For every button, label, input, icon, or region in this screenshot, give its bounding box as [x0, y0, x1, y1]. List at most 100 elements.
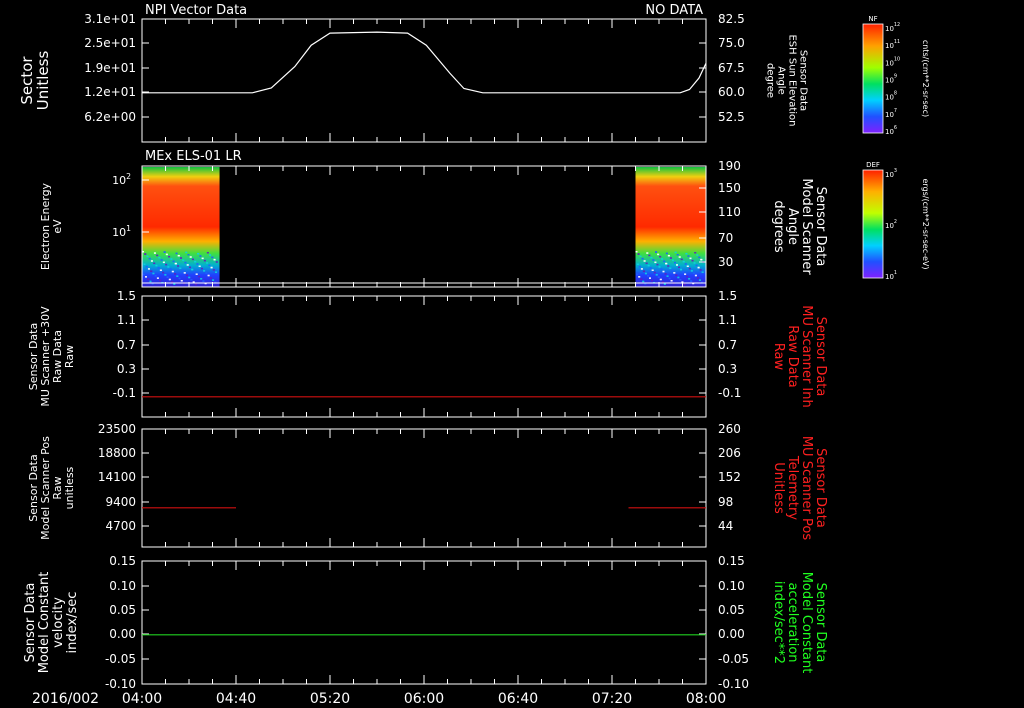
- spectrogram-pixel: [660, 268, 663, 270]
- spectrogram-pixel: [206, 251, 209, 254]
- right-axis-label: Sensor Data: [813, 583, 828, 663]
- spectrogram-pixel: [167, 266, 170, 268]
- spectrogram-pixel: [696, 277, 699, 279]
- spectrogram-pixel: [671, 259, 674, 262]
- spectrogram-pixel: [636, 273, 639, 276]
- spectrogram-pixel: [150, 270, 153, 272]
- spectrogram-pixel: [676, 253, 679, 256]
- right-tick-label: -0.1: [718, 386, 741, 400]
- spectrogram-pixel: [685, 252, 688, 255]
- spectrogram-pixel: [149, 280, 152, 283]
- spectrogram-pixel: [215, 271, 218, 273]
- spectrogram-pixel: [686, 265, 689, 268]
- spectrogram-pixel: [207, 274, 210, 277]
- spectrogram-pixel: [636, 263, 639, 266]
- left-tick-label: 14100: [98, 470, 136, 484]
- spectrogram-pixel: [640, 268, 643, 270]
- left-tick-label: 9400: [105, 495, 136, 509]
- panel-title: MEx ELS-01 LR: [145, 149, 242, 164]
- spectrogram-pixel: [638, 276, 641, 278]
- left-tick-label: 0.15: [109, 554, 136, 568]
- spectrogram-pixel: [678, 256, 681, 258]
- spectrogram-pixel: [200, 278, 203, 280]
- time-tick-label: 04:00: [122, 691, 162, 707]
- spectrogram-pixel: [153, 262, 156, 265]
- spectrogram-pixel: [185, 274, 188, 276]
- spectrogram-pixel: [150, 260, 153, 262]
- spectrogram-pixel: [682, 260, 685, 263]
- spectrogram-pixel: [179, 267, 182, 269]
- right-tick-label: 52.5: [718, 110, 745, 124]
- colorbar-tick-label: 108: [885, 91, 897, 102]
- spectrogram-pixel: [696, 254, 699, 256]
- spectrogram-pixel: [635, 251, 638, 253]
- spectrogram-pixel: [171, 281, 174, 283]
- colorbar-label: NF: [868, 15, 877, 23]
- colorbar-tick-label: 103: [885, 168, 897, 179]
- spectrogram-pixel: [190, 279, 193, 281]
- spectrogram-pixel: [165, 253, 168, 256]
- spectrogram-pixel: [698, 256, 701, 259]
- right-tick-label: 190: [718, 159, 741, 173]
- spectrogram-pixel: [174, 262, 177, 265]
- spectrogram-pixel: [199, 255, 202, 257]
- spectrogram-pixel: [679, 279, 682, 281]
- spectrogram-pixel: [174, 273, 177, 275]
- spectrogram-pixel: [664, 273, 667, 275]
- spectrogram-pixel: [197, 252, 200, 255]
- spectrogram-pixel: [687, 255, 690, 257]
- spectrogram-pixel: [700, 258, 703, 261]
- spectrogram-pixel: [653, 271, 656, 274]
- colorbar-tick-label: 109: [885, 74, 897, 85]
- spectrogram-pixel: [153, 252, 156, 254]
- right-axis-label: Model Constant: [799, 572, 814, 674]
- right-tick-label: 67.5: [718, 61, 745, 75]
- spectrogram-pixel: [171, 270, 174, 273]
- right-tick-label: 0.00: [718, 627, 745, 641]
- spectrogram-pixel: [177, 265, 180, 267]
- right-tick-label: 30: [718, 255, 733, 269]
- spectrogram-pixel: [146, 255, 149, 258]
- right-axis-label: ESH Sun Elevation: [787, 34, 798, 126]
- spectrogram-pixel: [693, 262, 696, 264]
- spectrogram-pixel: [684, 273, 687, 275]
- spectrogram-pixel: [156, 254, 159, 257]
- right-tick-label: 70: [718, 231, 733, 245]
- spectrogram-pixel: [667, 265, 670, 267]
- spectrogram-pixel: [645, 262, 648, 265]
- spectrogram-pixel: [173, 283, 176, 285]
- colorbar-tick-label: 107: [885, 108, 897, 119]
- right-axis-label: Sensor Data: [813, 448, 828, 528]
- spectrogram-pixel: [677, 276, 680, 279]
- right-tick-label: 75.0: [718, 36, 745, 50]
- time-tick-label: 06:40: [498, 691, 538, 707]
- spectrogram-pixel: [690, 280, 693, 282]
- spectrogram-pixel: [674, 251, 677, 254]
- spectrogram-pixel: [689, 257, 692, 260]
- spectrogram-pixel: [675, 274, 678, 276]
- spectrogram-pixel: [665, 252, 668, 255]
- left-axis-label: Sensor Data: [23, 583, 38, 663]
- left-tick-label: 2.5e+01: [84, 36, 136, 50]
- spectrogram-pixel: [193, 271, 196, 273]
- spectrogram-pixel: [209, 254, 212, 256]
- spectrogram-pixel: [203, 259, 206, 262]
- spectrogram-pixel: [642, 280, 645, 283]
- spectrogram-pixel: [642, 270, 645, 272]
- spectrogram-pixel: [649, 267, 652, 269]
- right-tick-label: 1.1: [718, 313, 737, 327]
- panel-frame: [141, 295, 707, 418]
- right-tick-label: 98: [718, 495, 733, 509]
- spectrogram-pixel: [669, 267, 672, 269]
- right-tick-label: 44: [718, 519, 733, 533]
- spectrogram-pixel: [699, 269, 702, 271]
- spectrogram-pixel: [666, 275, 669, 277]
- spectrogram-pixel: [144, 253, 147, 255]
- spectrogram-pixel: [156, 277, 159, 279]
- right-tick-label: 0.15: [718, 554, 745, 568]
- spectrogram-pixel: [186, 264, 189, 266]
- right-axis-label: Raw: [771, 343, 786, 371]
- colorbar-unit: cnts/(cm**2-sr-sec): [921, 40, 930, 117]
- panel-frame: [141, 560, 707, 685]
- spectrogram-pixel: [657, 253, 660, 256]
